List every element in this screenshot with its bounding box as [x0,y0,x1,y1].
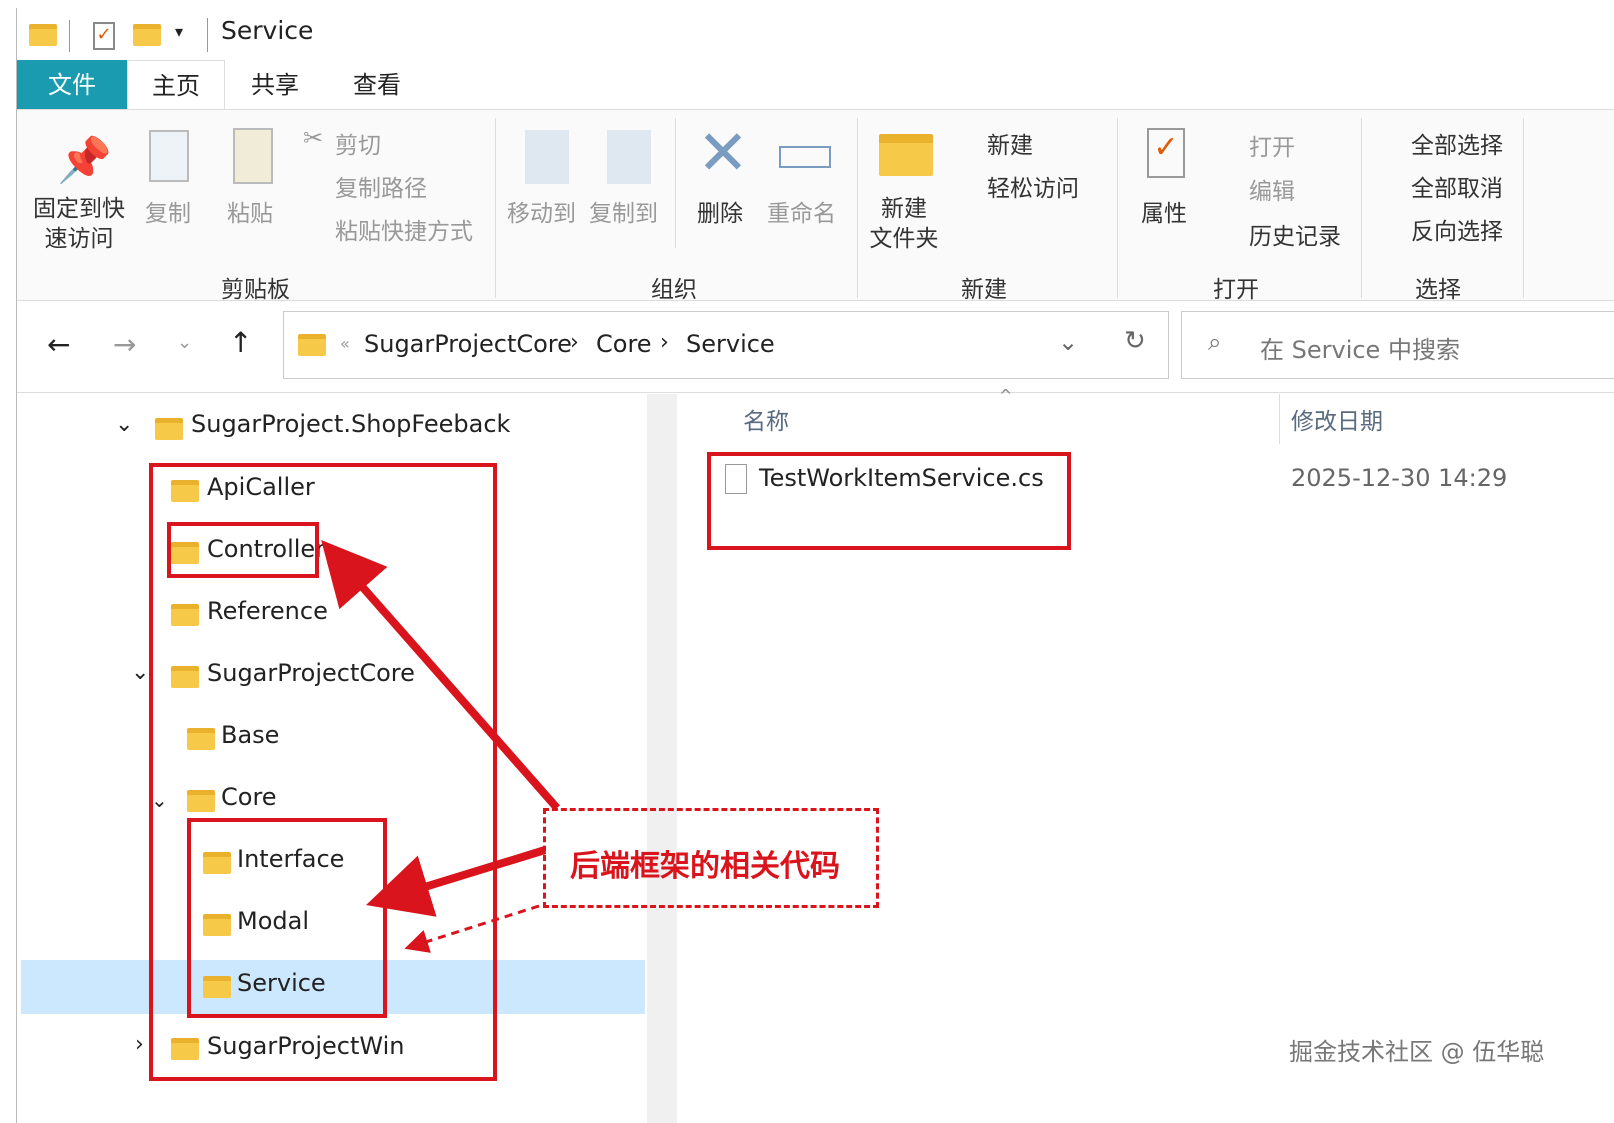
explorer-window: ✓ ▾ Service 文件 主页 共享 查看 📌 固定到快 速访问 复制 粘贴… [16,8,1614,1123]
annotation-arrows [321,539,561,953]
watermark: 掘金技术社区 @ 伍华聪 [1289,1038,1545,1066]
